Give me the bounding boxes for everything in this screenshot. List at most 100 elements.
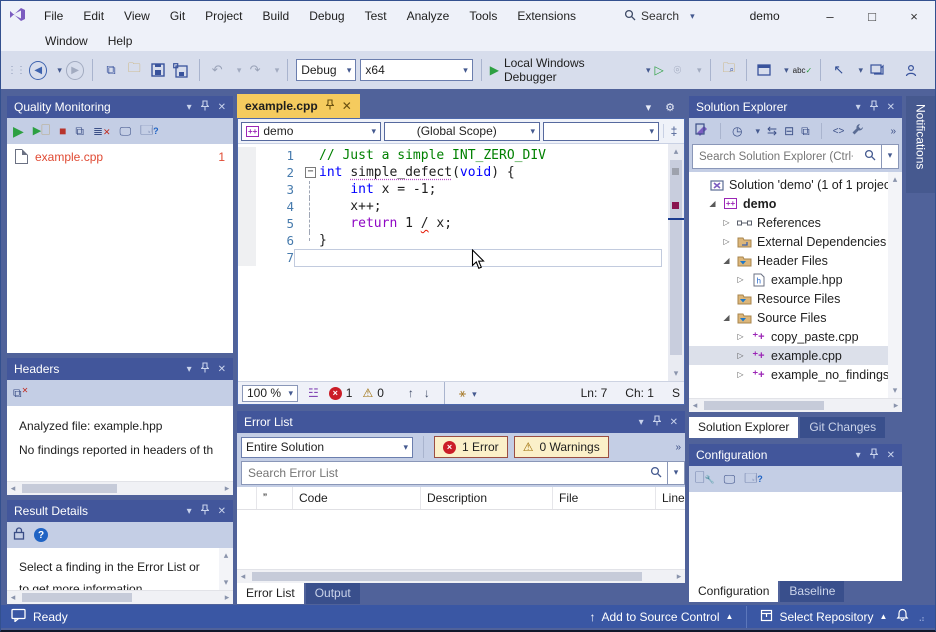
menu-debug[interactable]: Debug — [299, 6, 354, 26]
code-line-4[interactable]: 4 x++; — [238, 198, 684, 215]
window-menu-icon[interactable]: ▾ — [639, 417, 644, 428]
scroll-right-icon[interactable]: ▸ — [890, 400, 902, 411]
sync-with-active-document-icon[interactable] — [695, 123, 709, 139]
expanded-arrow-icon[interactable]: ◢ — [707, 199, 718, 208]
editor-options-gear-icon[interactable]: ⚙ — [665, 101, 675, 114]
menu-project[interactable]: Project — [195, 6, 252, 26]
pin-icon[interactable] — [201, 100, 209, 114]
clear-findings-icon[interactable]: ≣✕ — [93, 124, 111, 138]
toolbar-overflow-icon[interactable]: » — [890, 126, 896, 137]
redo-dropdown-icon[interactable]: ▾ — [275, 65, 280, 76]
code-text[interactable]: int x = -1; — [319, 181, 436, 198]
errors-filter-button[interactable]: × 1 Error — [434, 436, 508, 458]
solution-search-input[interactable] — [693, 151, 859, 163]
code-text[interactable]: return 1 / x; — [319, 215, 452, 232]
back-dropdown-icon[interactable]: ▾ — [57, 65, 62, 76]
open-file-button[interactable]: 🗀 — [125, 60, 144, 80]
scrollbar-thumb[interactable] — [252, 572, 642, 581]
column-file[interactable]: File — [553, 487, 656, 509]
scroll-up-icon[interactable]: ▴ — [220, 550, 232, 561]
tree-item-resource-files[interactable]: Resource Files — [689, 289, 902, 308]
code-line-5[interactable]: 5 return 1 / x; — [238, 215, 684, 232]
prev-issue-icon[interactable]: ↑ — [408, 386, 414, 400]
collapsed-arrow-icon[interactable]: ▷ — [721, 218, 732, 227]
notifications-tab[interactable]: Notifications — [906, 96, 935, 193]
collapsed-arrow-icon[interactable]: ▷ — [735, 332, 746, 341]
scroll-right-icon[interactable]: ▸ — [221, 483, 233, 494]
code-line-3[interactable]: 3 int x = -1; — [238, 181, 684, 198]
code-text[interactable]: // Just a simple INT_ZERO_DIV — [319, 147, 546, 164]
tab-baseline[interactable]: Baseline — [780, 581, 844, 602]
properties-wrench-icon[interactable] — [851, 123, 864, 139]
intellicode-icon[interactable]: ☳ — [308, 386, 319, 400]
tree-item-references[interactable]: ▷References — [689, 213, 902, 232]
solution-config-dropdown[interactable]: Debug▾ — [296, 59, 356, 81]
monitoring-help-icon[interactable]: 🗔? — [140, 121, 159, 142]
scroll-left-icon[interactable]: ◂ — [689, 400, 701, 411]
breakpoint-margin[interactable] — [238, 215, 256, 232]
view-code-icon[interactable]: <> — [833, 126, 845, 137]
column-description[interactable]: Description — [421, 487, 553, 509]
solution-search-box[interactable] — [692, 144, 882, 169]
save-button[interactable] — [148, 60, 167, 80]
search-options-icon[interactable]: ▾ — [668, 461, 685, 485]
start-without-debugging-button[interactable]: ▷ — [654, 63, 663, 77]
close-icon[interactable]: ✕ — [670, 417, 678, 428]
collapsed-arrow-icon[interactable]: ▷ — [735, 275, 746, 284]
navigate-back-button[interactable]: ◀ — [29, 61, 47, 80]
horizontal-scrollbar[interactable]: ◂ ▸ — [689, 398, 902, 412]
vertical-scrollbar[interactable]: ▴▾ — [888, 172, 902, 398]
editor-error-count[interactable]: ×1 — [329, 386, 353, 400]
scrollbar-thumb[interactable] — [670, 160, 682, 355]
menu-file[interactable]: File — [34, 6, 73, 26]
window-menu-icon[interactable]: ▾ — [856, 450, 861, 461]
zoom-dropdown[interactable]: 100 %▾ — [242, 385, 298, 402]
new-project-button[interactable]: ⧉ — [101, 60, 120, 80]
resize-grip[interactable]: ⣠ — [918, 611, 925, 622]
scroll-down-icon[interactable]: ▾ — [889, 385, 901, 396]
document-tab-example-cpp[interactable]: example.cpp ✕ — [237, 94, 360, 118]
breakpoint-margin[interactable] — [238, 249, 256, 266]
tree-item-example-hpp[interactable]: ▷hexample.hpp — [689, 270, 902, 289]
code-line-7[interactable]: 7 — [238, 249, 684, 266]
horizontal-scrollbar[interactable]: ◂ ▸ — [7, 590, 233, 604]
close-button[interactable]: × — [893, 9, 935, 24]
tab-configuration[interactable]: Configuration — [689, 581, 778, 602]
pending-changes-filter-icon[interactable]: ◷ — [732, 124, 742, 138]
tab-git-changes[interactable]: Git Changes — [800, 417, 885, 438]
column-line[interactable]: Line — [656, 487, 685, 509]
scroll-left-icon[interactable]: ◂ — [7, 483, 19, 494]
search-box[interactable]: Search ▾ — [624, 9, 695, 24]
error-search-box[interactable] — [241, 461, 668, 485]
analyzed-file-row[interactable]: example.cpp 1 — [7, 144, 233, 169]
collapsed-arrow-icon[interactable]: ▷ — [735, 351, 746, 360]
member-dropdown[interactable]: ▾ — [543, 122, 659, 141]
pin-icon[interactable] — [201, 362, 209, 376]
hot-reload-dropdown-icon[interactable]: ▾ — [697, 65, 702, 76]
menu-view[interactable]: View — [114, 6, 160, 26]
menu-analyze[interactable]: Analyze — [397, 6, 460, 26]
feedback-bubble-icon[interactable] — [11, 608, 26, 625]
window-menu-icon[interactable]: ▾ — [187, 364, 192, 375]
minimize-button[interactable]: – — [809, 9, 851, 24]
vertical-scrollbar[interactable]: ▴ ▾ — [219, 548, 233, 590]
undo-dropdown-icon[interactable]: ▾ — [237, 65, 242, 76]
breakpoint-margin[interactable] — [238, 147, 256, 164]
search-options-icon[interactable]: ▾ — [882, 144, 899, 169]
expanded-arrow-icon[interactable]: ◢ — [721, 313, 732, 322]
collapse-region-icon[interactable] — [303, 164, 319, 181]
menu-test[interactable]: Test — [355, 6, 397, 26]
feedback-button[interactable] — [867, 60, 887, 80]
code-area[interactable]: 1// Just a simple INT_ZERO_DIV2int simpl… — [238, 144, 684, 381]
run-analysis-icon[interactable]: ▶ — [13, 123, 24, 140]
tree-item-example-no-findings[interactable]: ▷⁺+example_no_findings — [689, 365, 902, 384]
collapse-all-icon[interactable]: ⊟ — [784, 124, 794, 138]
configure-checkers-icon[interactable]: 🖵 — [724, 472, 736, 487]
tree-item-example-cpp[interactable]: ▷⁺+example.cpp — [689, 346, 902, 365]
tab-solution-explorer[interactable]: Solution Explorer — [689, 417, 798, 438]
lock-icon[interactable] — [13, 527, 25, 543]
redo-button[interactable]: ↷ — [245, 60, 264, 80]
platform-dropdown[interactable]: x64▾ — [360, 59, 472, 81]
column-code[interactable]: Code — [293, 487, 421, 509]
scroll-down-icon[interactable]: ▾ — [220, 577, 232, 588]
